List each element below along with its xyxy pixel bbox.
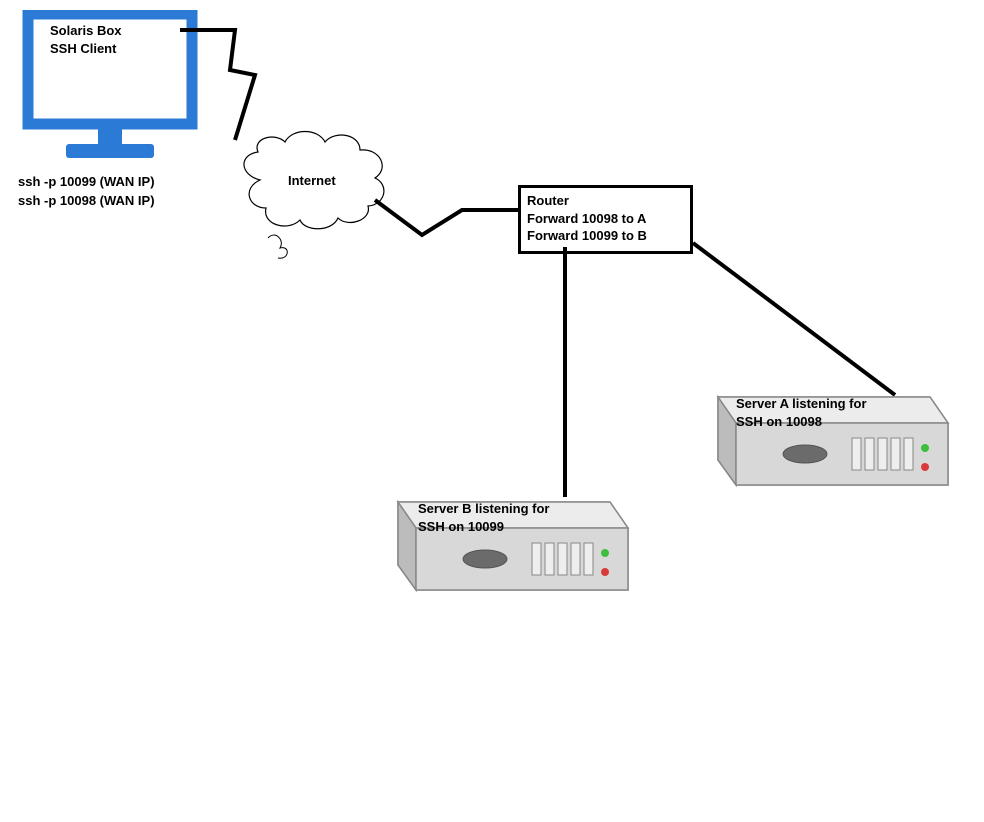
router-title: Router — [527, 192, 682, 210]
server-b-label: Server B listening for SSH on 10099 — [418, 500, 549, 536]
client-labels: Solaris Box SSH Client — [50, 22, 122, 58]
router-rule-1: Forward 10098 to A — [527, 210, 682, 228]
ssh-command-2: ssh -p 10098 (WAN IP) — [18, 192, 155, 211]
server-a-label: Server A listening for SSH on 10098 — [736, 395, 867, 431]
server-a-line1: Server A listening for — [736, 395, 867, 413]
server-a-line2: SSH on 10098 — [736, 413, 867, 431]
router-rule-2: Forward 10099 to B — [527, 227, 682, 245]
cloud-icon — [230, 120, 410, 275]
client-title-1: Solaris Box — [50, 22, 122, 40]
internet-label: Internet — [288, 173, 336, 188]
server-b-line1: Server B listening for — [418, 500, 549, 518]
internet-cloud — [230, 120, 410, 278]
router-box: Router Forward 10098 to A Forward 10099 … — [518, 185, 693, 254]
server-b-line2: SSH on 10099 — [418, 518, 549, 536]
client-title-2: SSH Client — [50, 40, 122, 58]
ssh-command-1: ssh -p 10099 (WAN IP) — [18, 173, 155, 192]
client-commands: ssh -p 10099 (WAN IP) ssh -p 10098 (WAN … — [18, 173, 155, 211]
connector-router-server-b — [560, 247, 570, 497]
